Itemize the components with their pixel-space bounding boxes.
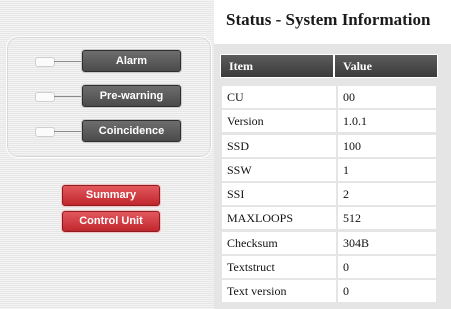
column-header-item: Item [220,54,334,78]
table-row: SSW 1 [222,158,436,183]
alarm-button[interactable]: Alarm [82,50,181,72]
connector-line [54,61,82,62]
item-cell: Text version [222,280,336,303]
table-row: Text version 0 [222,280,436,304]
value-cell: 0 [338,256,436,279]
value-cell: 2 [338,183,436,206]
value-cell: 1 [338,158,436,181]
table-row: Checksum 304B [222,231,436,256]
summary-button[interactable]: Summary [62,185,160,206]
indicator-row-pre-warning: Pre-warning [7,84,214,108]
connector-line [54,96,82,97]
value-cell: 1.0.1 [338,110,436,133]
value-cell: 0 [338,280,436,303]
item-cell: SSI [222,183,336,206]
page-title: Status - System Information [226,10,431,29]
value-cell: 304B [338,231,436,254]
item-cell: CU [222,86,336,108]
indicator-panel: Alarm Pre-warning Coincidence [6,36,212,158]
value-cell: 00 [338,86,436,108]
item-cell: Textstruct [222,256,336,279]
control-unit-button[interactable]: Control Unit [62,211,160,232]
coincidence-button[interactable]: Coincidence [82,120,181,142]
indicator-row-coincidence: Coincidence [7,119,214,143]
indicator-row-alarm: Alarm [7,49,214,73]
left-panel: Alarm Pre-warning Coincidence Summary Co… [0,0,214,309]
item-cell: Checksum [222,231,336,254]
table-row: Textstruct 0 [222,256,436,280]
pre-warning-button[interactable]: Pre-warning [82,85,181,107]
item-cell: SSW [222,158,336,181]
table-body: CU 00 Version 1.0.1 SSD 100 SSW 1 SSI 2 … [222,86,436,305]
alarm-led-icon [35,57,55,67]
table-row: CU 00 [222,86,436,110]
value-cell: 100 [338,134,436,157]
connector-line [54,131,82,132]
system-info-table: Item Value CU 00 Version 1.0.1 SSD 100 S… [214,44,451,309]
item-cell: MAXLOOPS [222,207,336,230]
table-row: MAXLOOPS 512 [222,207,436,231]
pre-warning-led-icon [35,92,55,102]
item-cell: Version [222,110,336,133]
table-row: SSI 2 [222,183,436,207]
coincidence-led-icon [35,127,55,137]
item-cell: SSD [222,134,336,157]
table-row: SSD 100 [222,134,436,159]
value-cell: 512 [338,207,436,230]
table-row: Version 1.0.1 [222,110,436,134]
column-header-value: Value [334,54,438,78]
